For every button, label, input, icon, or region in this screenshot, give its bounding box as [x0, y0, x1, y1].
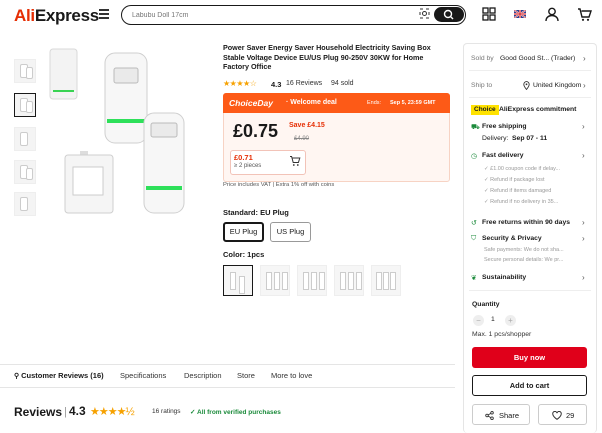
- max-per-shopper: Max. 1 pcs/shopper: [472, 331, 532, 338]
- heart-icon: [552, 411, 562, 420]
- delivery-label: Delivery:: [482, 135, 509, 142]
- current-price: £0.75: [233, 121, 279, 141]
- save-badge: Save £4.15: [289, 122, 325, 129]
- seller-name[interactable]: Good Good St... (Trader): [500, 55, 575, 62]
- color-swatch[interactable]: [260, 265, 290, 296]
- reviews-link[interactable]: 16 Reviews: [286, 80, 322, 87]
- share-button[interactable]: Share: [472, 404, 530, 425]
- option-eu-plug[interactable]: EU Plug: [223, 222, 264, 242]
- search-button[interactable]: [434, 7, 464, 22]
- gallery-thumbnail[interactable]: [14, 192, 36, 216]
- divider: [469, 97, 591, 98]
- chevron-right-icon[interactable]: ›: [582, 273, 585, 282]
- rating-value: 4.3: [271, 80, 282, 89]
- wishlist-button[interactable]: 29: [538, 404, 587, 425]
- reviews-heading: Reviews: [14, 405, 63, 419]
- quantity-value[interactable]: 1: [491, 316, 495, 323]
- tab-more-to-love[interactable]: More to love: [271, 371, 312, 380]
- gallery-thumbnail[interactable]: [14, 127, 36, 151]
- quantity-label: Quantity: [472, 301, 500, 308]
- add-to-cart-button[interactable]: Add to cart: [472, 375, 587, 396]
- qr-code-icon[interactable]: [482, 7, 496, 21]
- security-item: Secure personal details: We pr...: [484, 257, 564, 263]
- reviews-stars: ★★★★½: [90, 406, 135, 418]
- product-main-image[interactable]: [45, 43, 217, 215]
- share-icon: [485, 411, 494, 420]
- color-swatch[interactable]: [334, 265, 364, 296]
- leaf-icon: ❦: [471, 275, 477, 282]
- price-note: Price includes VAT | Extra 1% off with c…: [223, 182, 335, 188]
- sustainability-title: Sustainability: [482, 274, 527, 281]
- account-icon[interactable]: [545, 7, 559, 22]
- free-returns-title: Free returns within 90 days: [482, 219, 571, 226]
- chevron-right-icon[interactable]: ›: [582, 234, 585, 243]
- security-item: Safe payments: We do not sha...: [484, 247, 564, 253]
- option-us-plug[interactable]: US Plug: [270, 222, 311, 242]
- original-price: £4.90: [294, 136, 310, 142]
- welcome-deal-label: · Welcome deal: [286, 99, 337, 106]
- ratings-count: 16 ratings: [152, 408, 181, 415]
- free-shipping-title: Free shipping: [482, 123, 527, 130]
- color-swatch-selected[interactable]: [223, 265, 253, 296]
- tab-customer-reviews[interactable]: ⚲ Customer Reviews (16): [14, 371, 104, 380]
- uk-flag-icon[interactable]: [514, 10, 526, 18]
- gallery-thumbnail[interactable]: [14, 160, 36, 184]
- fast-item: ✓ Refund if no delivery in 35...: [484, 199, 559, 205]
- commitment-title: AliExpress commitment: [499, 106, 577, 113]
- security-title: Security & Privacy: [482, 235, 542, 242]
- menu-icon[interactable]: [99, 9, 109, 21]
- aliexpress-logo[interactable]: AliExpress: [14, 6, 99, 26]
- delivery-date: Sep 07 - 11: [512, 135, 548, 142]
- buy-now-button[interactable]: Buy now: [472, 347, 587, 368]
- camera-search-icon[interactable]: [419, 8, 430, 19]
- cart-icon[interactable]: [577, 7, 592, 22]
- gallery-thumbnail[interactable]: [14, 59, 36, 83]
- reviews-rating: 4.3: [69, 404, 86, 418]
- rating-stars: ★★★★☆: [223, 79, 257, 88]
- divider: [469, 70, 591, 71]
- chevron-right-icon: ›: [583, 54, 586, 63]
- chevron-right-icon[interactable]: ›: [582, 218, 585, 227]
- bulk-quantity: ≥ 2 pieces: [234, 163, 262, 169]
- add-cart-small-icon[interactable]: [289, 155, 301, 167]
- sold-by-label: Sold by: [471, 55, 494, 62]
- verified-purchases: ✓ All from verified purchases: [190, 409, 281, 416]
- ship-to-country[interactable]: United Kingdom: [533, 82, 581, 89]
- chevron-right-icon: ›: [583, 81, 586, 90]
- sold-count: 94 sold: [331, 80, 354, 87]
- chevron-right-icon[interactable]: ›: [582, 122, 585, 131]
- color-label: Color: 1pcs: [223, 250, 265, 259]
- bulk-price: £0.71: [234, 153, 253, 162]
- tab-specifications[interactable]: Specifications: [120, 371, 166, 380]
- search-bar: [121, 5, 466, 25]
- quantity-increase-button[interactable]: +: [505, 315, 516, 326]
- fast-item: ✓ Refund if package lost: [484, 177, 545, 183]
- quantity-decrease-button[interactable]: −: [473, 315, 484, 326]
- choice-day-label: ChoiceDay: [229, 98, 273, 108]
- choice-badge: Choice: [471, 105, 499, 115]
- divider: |: [64, 406, 67, 418]
- product-title: Power Saver Energy Saver Household Elect…: [223, 43, 431, 72]
- color-swatch[interactable]: [297, 265, 327, 296]
- truck-icon: ⛟: [471, 124, 480, 131]
- returns-icon: ↺: [471, 220, 477, 227]
- ends-label: Ends:: [367, 100, 382, 106]
- fast-item: ✓ £1.00 coupon code if delay...: [484, 166, 561, 172]
- gallery-thumbnail-selected[interactable]: [14, 93, 36, 117]
- ship-to-label: Ship to: [471, 82, 493, 89]
- ends-value: Sep 5, 23:59 GMT: [390, 100, 436, 106]
- shield-icon: ⛉: [471, 235, 477, 242]
- fast-item: ✓ Refund if items damaged: [484, 188, 552, 194]
- search-input[interactable]: [132, 8, 412, 22]
- location-icon: [523, 81, 530, 90]
- divider: [469, 290, 591, 291]
- standard-label: Standard: EU Plug: [223, 208, 289, 217]
- tab-store[interactable]: Store: [237, 371, 255, 380]
- color-swatch[interactable]: [371, 265, 401, 296]
- search-icon: [443, 9, 454, 20]
- tab-description[interactable]: Description: [184, 371, 222, 380]
